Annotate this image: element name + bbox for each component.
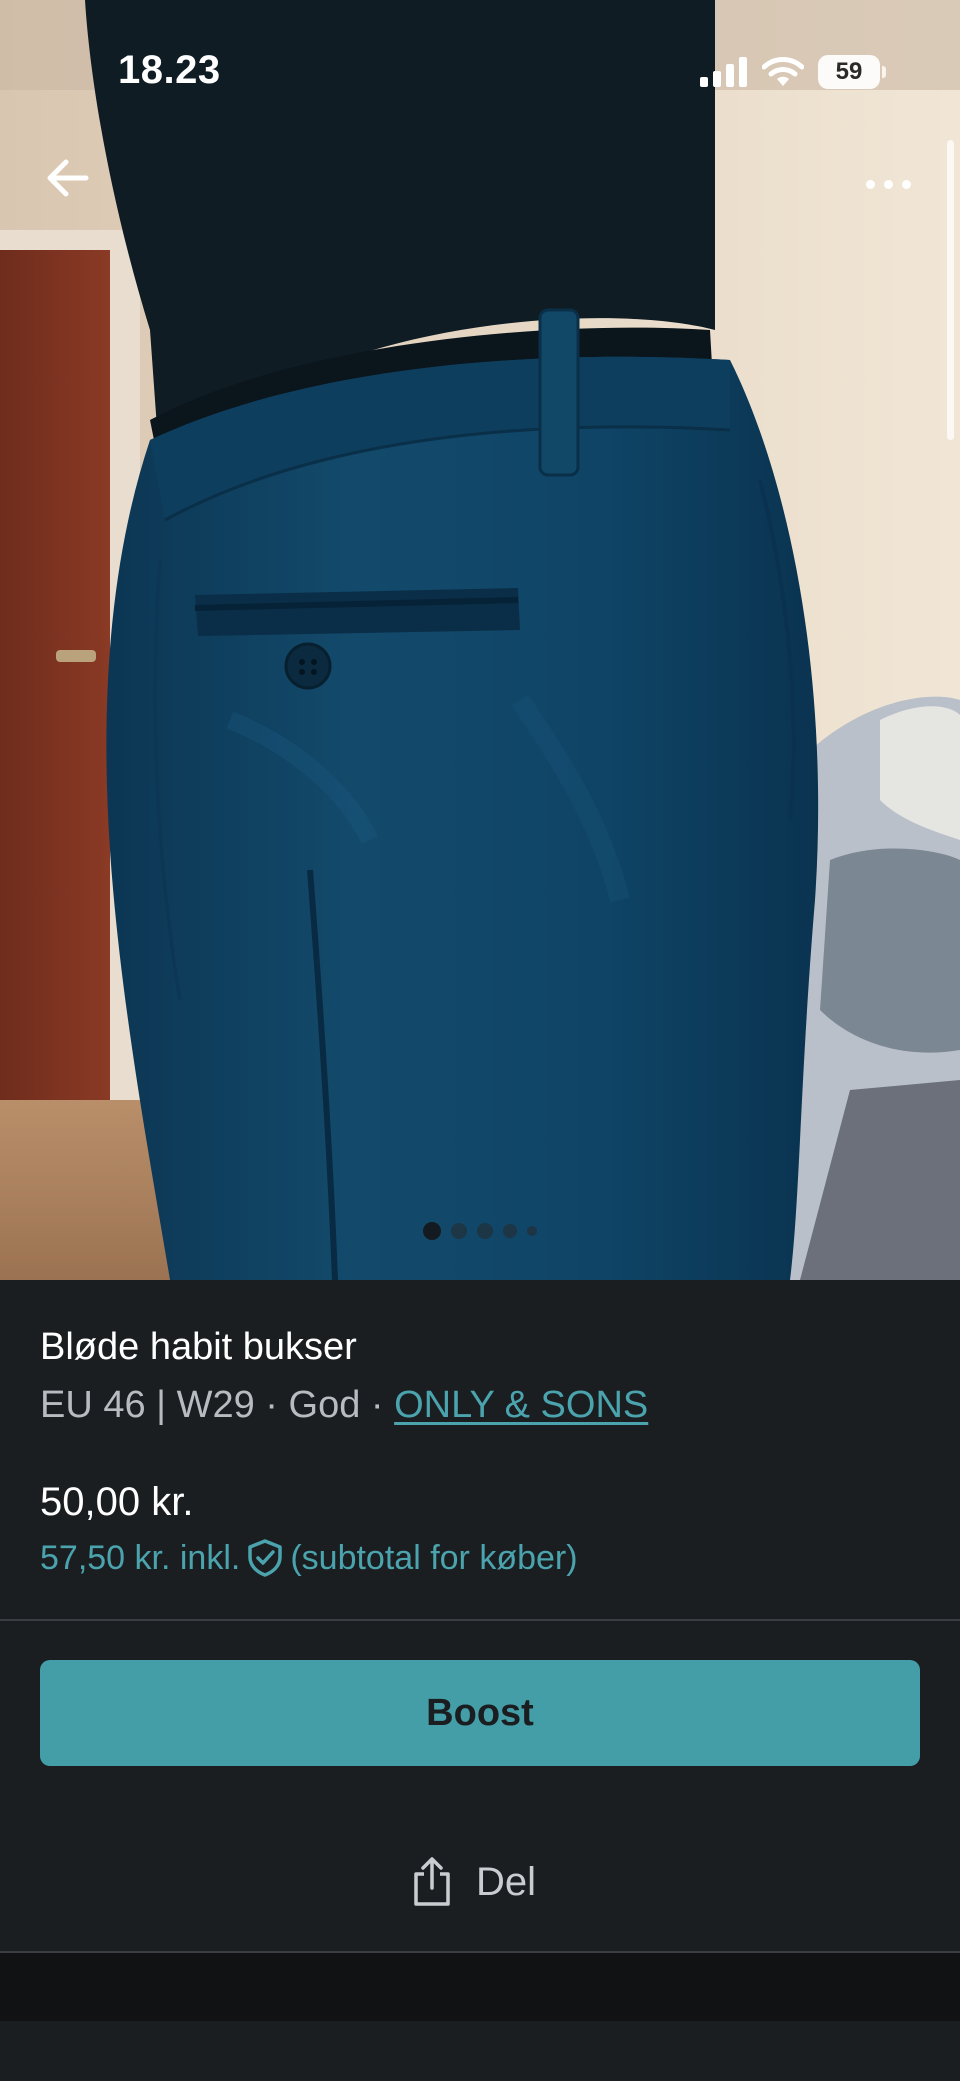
gallery-pagination[interactable] (0, 1222, 960, 1240)
share-label: Del (476, 1859, 537, 1904)
buyer-price-line[interactable]: 57,50 kr. inkl. (subtotal for køber) (40, 1538, 578, 1578)
buyer-note: (subtotal for køber) (290, 1538, 578, 1577)
gallery-dot[interactable] (503, 1224, 517, 1238)
battery-icon: 59 (818, 55, 886, 89)
back-button[interactable] (40, 150, 96, 206)
bottom-band (0, 1953, 960, 2021)
cellular-signal-icon (700, 57, 747, 87)
scrollbar[interactable] (947, 140, 954, 440)
status-time: 18.23 (118, 48, 221, 92)
product-photo[interactable]: 18.23 59 (0, 0, 960, 1280)
share-icon (414, 1857, 450, 1906)
divider (0, 1619, 960, 1621)
wifi-icon (762, 57, 804, 86)
boost-button[interactable]: Boost (40, 1660, 920, 1766)
listing-condition: God (288, 1384, 361, 1426)
product-image (0, 0, 960, 1280)
listing-title: Bløde habit bukser (40, 1326, 357, 1368)
listing-info: Bløde habit bukser EU 46 | W29 · God · O… (0, 1280, 960, 1620)
status-bar: 18.23 59 (0, 0, 960, 140)
more-horizontal-icon (865, 179, 875, 189)
gallery-dot[interactable] (451, 1223, 467, 1239)
gallery-dot[interactable] (423, 1222, 441, 1240)
gallery-dot[interactable] (477, 1223, 493, 1239)
more-horizontal-icon-dot (883, 179, 893, 189)
status-icons: 59 (700, 52, 886, 92)
buyer-price: 57,50 kr. inkl. (40, 1538, 241, 1577)
more-button[interactable] (856, 158, 920, 210)
bottom-area (0, 2021, 960, 2081)
meta-separator: · (254, 1384, 289, 1426)
brand-link[interactable]: ONLY & SONS (394, 1384, 648, 1426)
share-button[interactable]: Del (410, 1850, 536, 1914)
gallery-dot[interactable] (527, 1226, 537, 1236)
more-horizontal-icon-dot (901, 179, 911, 189)
listing-meta: EU 46 | W29 · God · ONLY & SONS (40, 1384, 648, 1427)
meta-separator: · (360, 1384, 395, 1426)
arrow-left-icon (47, 159, 89, 197)
shield-check-icon (248, 1539, 283, 1577)
listing-size: EU 46 | W29 (40, 1384, 255, 1426)
listing-price: 50,00 kr. (40, 1480, 194, 1524)
